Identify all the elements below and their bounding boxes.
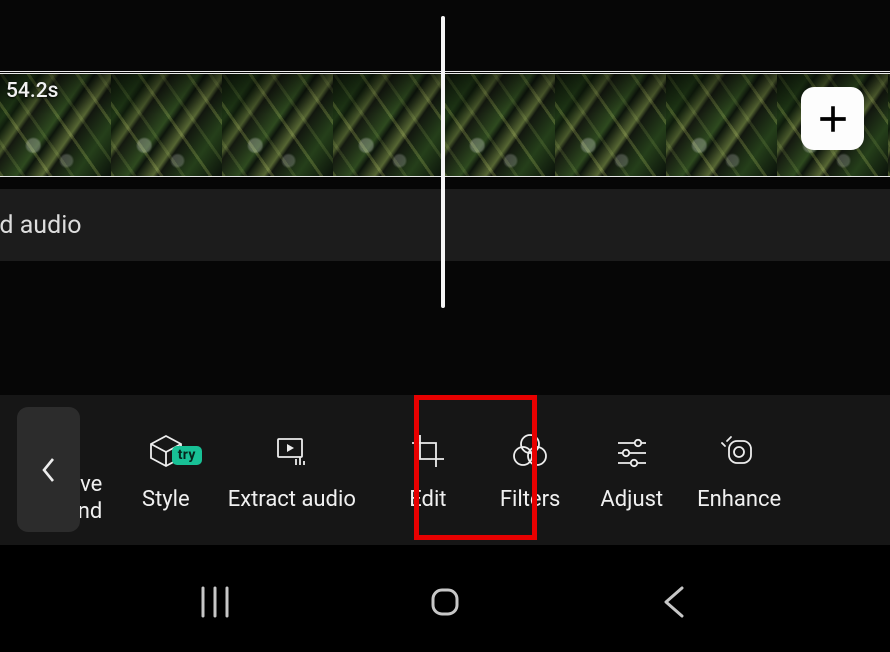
edit-toolbar: veund try Style: [0, 395, 890, 545]
clip-thumbnail: [333, 74, 444, 176]
tool-enhance[interactable]: Enhance: [683, 429, 781, 512]
nav-home-button[interactable]: [410, 577, 480, 627]
tool-edit[interactable]: Edit: [376, 429, 480, 512]
video-clip-strip[interactable]: [0, 73, 890, 177]
audio-track-strip[interactable]: Add audio: [0, 189, 890, 261]
clip-thumbnail: [555, 74, 666, 176]
home-icon: [425, 582, 465, 622]
extract-audio-icon: [270, 429, 314, 473]
clip-thumbnail: [111, 74, 222, 176]
filters-icon: [508, 429, 552, 473]
tool-extract-audio[interactable]: Extract audio: [208, 429, 376, 512]
tool-label: Edit: [409, 487, 446, 512]
plus-icon: [816, 102, 850, 136]
clip-duration-label: 54.2s: [6, 79, 58, 103]
tool-label: Adjust: [600, 487, 663, 512]
crop-icon: [406, 429, 450, 473]
back-icon: [660, 584, 690, 620]
tool-style[interactable]: try Style: [120, 429, 208, 512]
tool-filters[interactable]: Filters: [480, 429, 581, 512]
toolbar-scroll[interactable]: veund try Style: [0, 395, 890, 545]
toolbar-back-button[interactable]: [17, 407, 80, 532]
clip-thumbnail: [222, 74, 333, 176]
tool-label: Extract audio: [228, 487, 356, 512]
clip-thumbnail: [444, 74, 555, 176]
audio-track-label: Add audio: [0, 211, 82, 240]
android-navigation-bar: [0, 552, 890, 652]
tool-label: Enhance: [697, 487, 781, 512]
enhance-icon: [717, 429, 761, 473]
chevron-left-icon: [38, 455, 60, 485]
tool-adjust[interactable]: Adjust: [580, 429, 683, 512]
sliders-icon: [610, 429, 654, 473]
tool-label: Style: [142, 487, 190, 512]
tool-label: Filters: [500, 487, 561, 512]
clip-thumbnail: [666, 74, 777, 176]
timeline-rule-top: [0, 71, 890, 72]
nav-recents-button[interactable]: [180, 577, 250, 627]
try-badge: try: [172, 446, 202, 465]
add-clip-button[interactable]: [801, 87, 864, 150]
timeline-area: 54.2s Add audio: [0, 0, 890, 395]
recents-icon: [195, 584, 235, 620]
nav-back-button[interactable]: [640, 577, 710, 627]
